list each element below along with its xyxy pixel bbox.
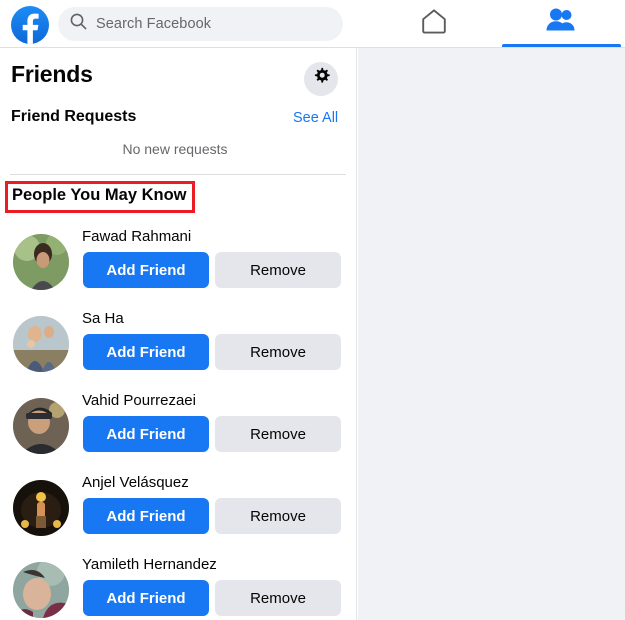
search-input[interactable]: Search Facebook [58, 7, 343, 41]
home-icon [419, 6, 449, 41]
friend-requests-label: Friend Requests [11, 108, 137, 125]
remove-button[interactable]: Remove [215, 580, 341, 616]
section-divider [10, 174, 346, 175]
no-requests-text: No new requests [122, 141, 228, 157]
person-name[interactable]: Fawad Rahmani [82, 228, 191, 245]
friends-icon [545, 6, 577, 41]
page-title: Friends [11, 61, 93, 87]
see-all-link[interactable]: See All [293, 110, 338, 126]
avatar[interactable] [13, 480, 69, 536]
people-you-may-know-list: Fawad Rahmani Add Friend Remove Sa Ha Ad… [0, 228, 356, 620]
navigation-tabs [370, 0, 625, 47]
avatar[interactable] [13, 398, 69, 454]
tab-home[interactable] [370, 0, 498, 47]
tab-friends[interactable] [498, 0, 625, 47]
person-name[interactable]: Sa Ha [82, 310, 124, 327]
add-friend-button[interactable]: Add Friend [83, 416, 209, 452]
avatar[interactable] [13, 316, 69, 372]
list-item: Sa Ha Add Friend Remove [0, 310, 356, 392]
add-friend-button[interactable]: Add Friend [83, 252, 209, 288]
search-icon [70, 13, 87, 35]
main-content-area [358, 48, 625, 620]
settings-button[interactable] [304, 62, 338, 96]
list-item: Fawad Rahmani Add Friend Remove [0, 228, 356, 310]
add-friend-button[interactable]: Add Friend [83, 334, 209, 370]
add-friend-button[interactable]: Add Friend [83, 580, 209, 616]
add-friend-button[interactable]: Add Friend [83, 498, 209, 534]
list-item: Anjel Velásquez Add Friend Remove [0, 474, 356, 556]
gear-icon [312, 67, 331, 91]
list-item: Vahid Pourrezaei Add Friend Remove [0, 392, 356, 474]
person-name[interactable]: Yamileth Hernandez [82, 556, 217, 573]
facebook-logo-icon[interactable] [11, 6, 49, 44]
facebook-friends-page: Search Facebook Friends Friend Requests … [0, 0, 625, 620]
remove-button[interactable]: Remove [215, 334, 341, 370]
active-tab-indicator [501, 44, 621, 47]
avatar[interactable] [13, 234, 69, 290]
top-navigation-bar: Search Facebook [0, 0, 625, 48]
avatar[interactable] [13, 562, 69, 618]
remove-button[interactable]: Remove [215, 498, 341, 534]
person-name[interactable]: Anjel Velásquez [82, 474, 189, 491]
person-name[interactable]: Vahid Pourrezaei [82, 392, 196, 409]
friends-sidebar: Friends Friend Requests See All No new r… [0, 48, 357, 620]
search-placeholder-text: Search Facebook [96, 16, 212, 32]
list-item: Yamileth Hernandez Add Friend Remove [0, 556, 356, 620]
remove-button[interactable]: Remove [215, 416, 341, 452]
remove-button[interactable]: Remove [215, 252, 341, 288]
people-you-may-know-title: People You May Know [12, 186, 187, 204]
